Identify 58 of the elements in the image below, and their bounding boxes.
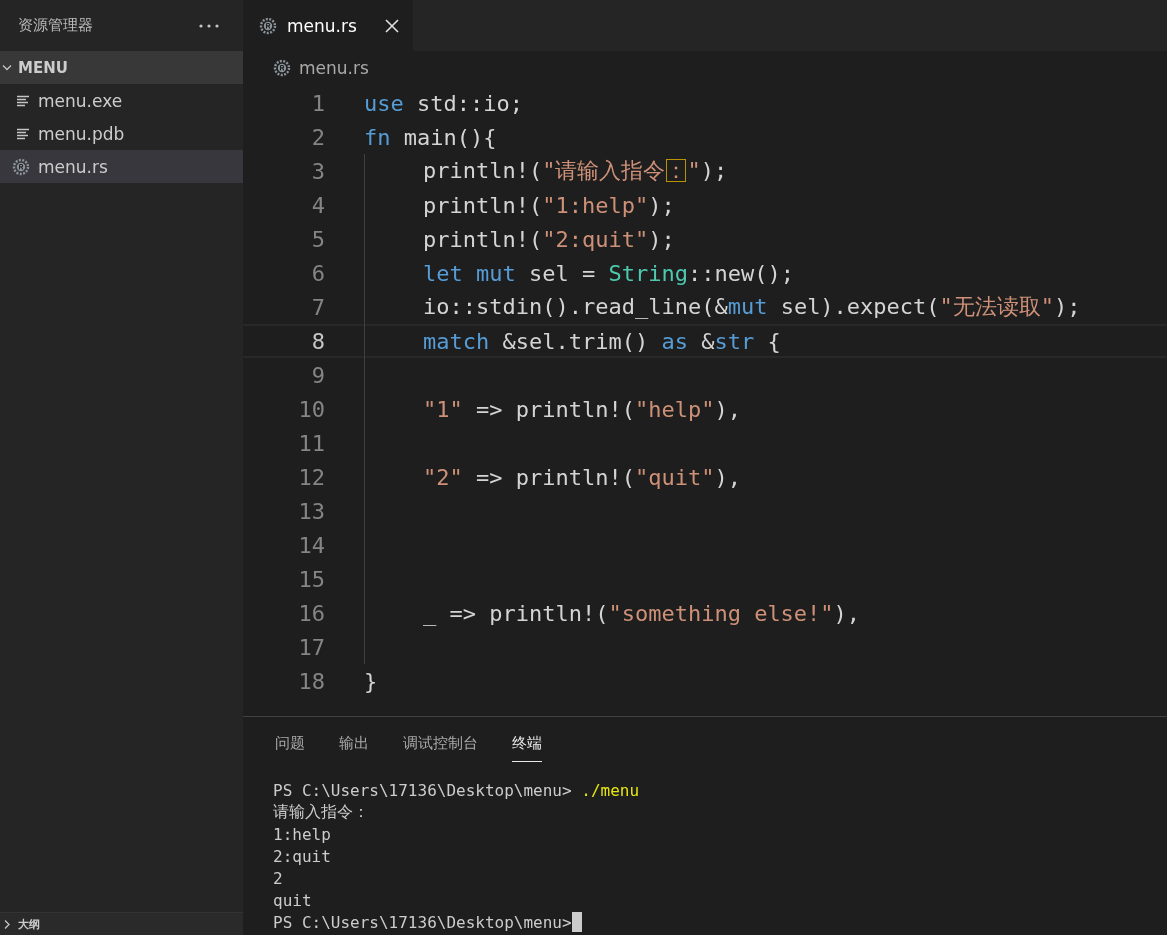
line-number: 2 [310,124,325,150]
code-line: "2" => println!("quit"), [423,464,741,490]
line-number: 7 [310,294,325,320]
terminal-line: 2 [273,868,283,888]
file-lines-icon [16,127,30,140]
line-number: 16 [297,600,325,626]
line-number: 12 [297,464,325,490]
panel-tab[interactable]: 输出 [339,726,369,762]
panel-tab[interactable]: 调试控制台 [403,726,478,762]
line-number: 4 [310,192,325,218]
more-icon[interactable] [199,23,219,28]
line-number: 8 [310,328,325,354]
chevron-icon [3,919,11,929]
line-number: 17 [297,634,325,660]
outline-header[interactable]: 大纲 [0,912,243,935]
line-number: 3 [310,158,325,184]
file-item[interactable]: menu.exe [0,84,243,117]
code-line: "1" => println!("help"), [423,396,741,422]
line-number: 11 [297,430,325,456]
gear-icon [259,16,277,35]
terminal-line: quit [273,890,312,910]
code-line: println!("1:help"); [423,192,675,218]
gear-icon [12,157,30,176]
panel-tab[interactable]: 问题 [275,726,305,762]
line-number: 9 [310,362,325,388]
file-lines-icon [16,94,30,107]
file-item[interactable]: menu.pdb [0,117,243,150]
code-line: println!("请输入指令："); [423,157,728,185]
line-number: 10 [297,396,325,422]
sidebar-title: 资源管理器 [18,16,93,35]
terminal-line: 请输入指令： [273,801,369,823]
close-icon[interactable] [384,18,399,33]
chevron-icon [2,64,12,71]
gear-icon [273,59,291,77]
line-number: 13 [297,498,325,524]
editor-tab[interactable]: menu.rs [243,0,413,51]
code-line: use std::io; [364,90,523,116]
terminal-line: 2:quit [273,846,331,866]
code-line: println!("2:quit"); [423,226,675,252]
code-line: _ => println!("something else!"), [423,600,861,626]
line-number: 5 [310,226,325,252]
file-item[interactable]: menu.rs [0,150,243,183]
line-number: 14 [297,532,325,558]
code-line: } [364,668,378,694]
breadcrumb-item[interactable]: menu.rs [299,58,369,78]
terminal-line: PS C:\Users\17136\Desktop\menu> ./menu [273,780,640,800]
line-number: 15 [297,566,325,592]
folder-header[interactable]: MENU [0,51,243,84]
code-line: io::stdin().read_line(&mut sel).expect("无法读取"); [423,293,1081,321]
line-number: 1 [310,90,325,116]
line-number: 18 [297,668,325,694]
terminal-line: PS C:\Users\17136\Desktop\menu> [273,912,572,932]
panel-tab[interactable]: 终端 [512,726,542,762]
line-number: 6 [310,260,325,286]
code-line: let mut sel = String::new(); [423,260,794,286]
code-line: fn main(){ [364,124,497,150]
code-line: match &sel.trim() as &str { [423,328,781,354]
terminal-line: 1:help [273,824,331,844]
